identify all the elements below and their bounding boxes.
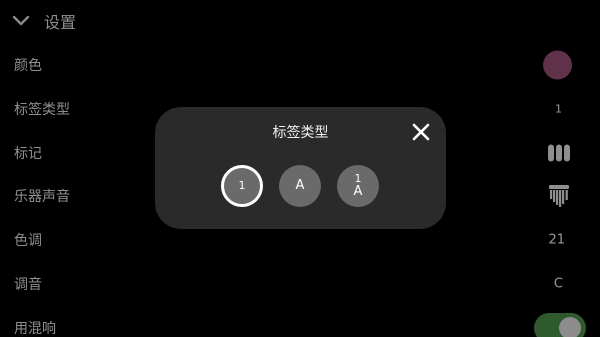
dialog-title: 标签类型 <box>272 125 329 141</box>
page-title: 设置 <box>44 13 77 32</box>
tuning-value: C <box>553 276 563 292</box>
key-value: 21 <box>548 232 565 248</box>
close-icon[interactable] <box>411 122 431 142</box>
color-dot[interactable] <box>543 50 572 80</box>
label-type-dialog: 标签类型 1 A 1 A <box>155 107 446 229</box>
setting-label-tuning: 调音 <box>14 277 42 293</box>
setting-row-tuning[interactable]: 调音 C <box>0 269 600 299</box>
chevron-down-icon[interactable] <box>12 15 30 27</box>
marker-bars-icon[interactable] <box>548 144 570 162</box>
option-number-text: 1 <box>238 179 246 192</box>
setting-row-reverb[interactable]: 用混响 <box>0 313 600 337</box>
settings-header[interactable]: 设置 <box>12 8 76 34</box>
color-swatch[interactable] <box>543 50 572 80</box>
setting-row-key[interactable]: 色调 21 <box>0 225 600 255</box>
label-option-letter[interactable]: A <box>279 165 321 207</box>
toggle-knob[interactable] <box>559 317 581 337</box>
setting-label-reverb: 用混响 <box>14 321 56 337</box>
label-option-number[interactable]: 1 <box>221 165 263 207</box>
option-letter-text: A <box>295 178 305 193</box>
reverb-toggle[interactable] <box>534 313 586 337</box>
setting-row-color[interactable]: 颜色 <box>0 50 600 80</box>
kalimba-icon[interactable] <box>548 184 570 208</box>
setting-label-instrument-sound: 乐器声音 <box>14 189 70 205</box>
setting-label-label-type: 标签类型 <box>14 102 70 118</box>
setting-label-color: 颜色 <box>14 58 42 74</box>
setting-label-marker: 标记 <box>14 146 42 162</box>
label-option-number-letter[interactable]: 1 A <box>337 165 379 207</box>
setting-label-key: 色调 <box>14 233 42 249</box>
label-type-value: 1 <box>555 102 562 116</box>
settings-screen: 设置 颜色 标签类型 1 标记 乐器声音 色调 21 调音 C 用混响 标签类型… <box>0 0 600 337</box>
option-number-letter-bottom: A <box>353 184 363 199</box>
